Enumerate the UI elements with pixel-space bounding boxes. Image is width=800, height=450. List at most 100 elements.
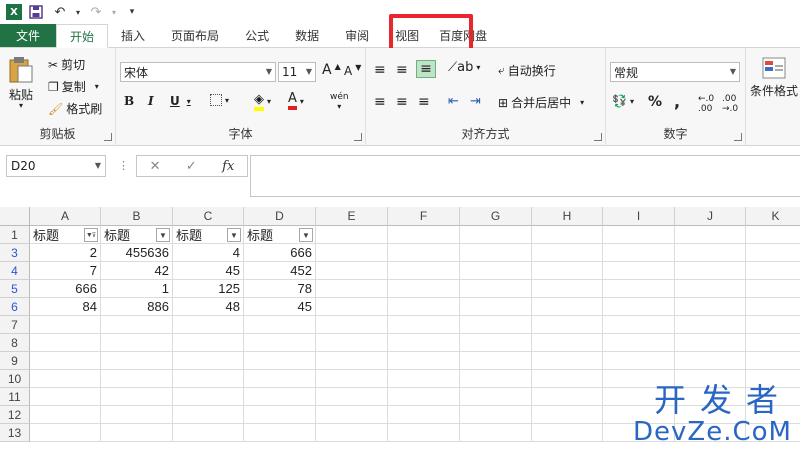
header-cell[interactable] — [388, 226, 460, 244]
align-top-button[interactable]: ≡ — [374, 62, 386, 78]
table-cell[interactable] — [532, 424, 603, 442]
header-cell[interactable] — [316, 226, 388, 244]
table-cell[interactable] — [388, 424, 460, 442]
align-middle-button[interactable]: ≡ — [396, 62, 408, 78]
select-all-corner[interactable] — [0, 207, 30, 226]
table-cell[interactable] — [746, 370, 800, 388]
column-header-d[interactable]: D — [244, 207, 316, 226]
table-cell[interactable] — [388, 298, 460, 316]
font-name-combo[interactable]: 宋体 ▼ — [120, 62, 276, 82]
table-cell[interactable] — [173, 370, 244, 388]
redo-dropdown-icon[interactable]: ▾ — [110, 3, 118, 21]
table-cell[interactable] — [460, 334, 532, 352]
percent-button[interactable]: % — [648, 94, 662, 110]
table-cell[interactable] — [316, 244, 388, 262]
table-cell[interactable] — [532, 388, 603, 406]
table-cell[interactable] — [532, 334, 603, 352]
table-cell[interactable] — [388, 370, 460, 388]
insert-function-icon[interactable]: fx — [222, 159, 234, 174]
fill-color-button[interactable]: ◈ ▾ — [254, 92, 271, 111]
tab-data[interactable]: 数据 — [282, 24, 332, 47]
table-cell[interactable] — [603, 388, 675, 406]
row-header-5[interactable]: 5 — [0, 280, 30, 298]
table-cell[interactable] — [30, 388, 101, 406]
header-cell[interactable]: 标题 ▼ ⊽ — [30, 226, 101, 244]
customize-toolbar-icon[interactable]: ▾ — [122, 3, 142, 21]
format-painter-button[interactable]: 🖌 格式刷 — [48, 100, 102, 117]
table-cell[interactable] — [746, 298, 800, 316]
row-header-10[interactable]: 10 — [0, 370, 30, 388]
table-cell[interactable] — [30, 406, 101, 424]
table-cell[interactable] — [244, 370, 316, 388]
table-cell[interactable] — [675, 424, 746, 442]
table-cell[interactable] — [675, 370, 746, 388]
header-cell[interactable]: 标题 ▼ — [101, 226, 173, 244]
table-cell[interactable] — [675, 388, 746, 406]
tab-page-layout[interactable]: 页面布局 — [158, 24, 232, 47]
copy-button[interactable]: ❐ 复制 ▾ — [48, 78, 99, 95]
table-cell[interactable] — [244, 334, 316, 352]
table-cell[interactable] — [173, 406, 244, 424]
number-format-combo[interactable]: 常规 ▼ — [610, 62, 740, 82]
font-color-button[interactable]: A ▾ — [288, 92, 304, 110]
table-cell[interactable] — [30, 370, 101, 388]
table-cell[interactable] — [675, 280, 746, 298]
table-cell[interactable] — [532, 280, 603, 298]
filter-active-icon[interactable]: ▼ ⊽ — [84, 228, 98, 242]
table-cell[interactable] — [101, 352, 173, 370]
table-cell[interactable] — [603, 370, 675, 388]
row-header-7[interactable]: 7 — [0, 316, 30, 334]
table-cell[interactable] — [532, 298, 603, 316]
table-cell[interactable] — [603, 262, 675, 280]
header-cell[interactable] — [532, 226, 603, 244]
header-cell[interactable]: 标题 ▼ — [244, 226, 316, 244]
align-right-button[interactable]: ≡ — [418, 94, 430, 110]
font-launcher-icon[interactable] — [354, 133, 362, 141]
table-cell[interactable] — [244, 316, 316, 334]
row-header-8[interactable]: 8 — [0, 334, 30, 352]
header-cell[interactable] — [460, 226, 532, 244]
table-cell[interactable] — [746, 424, 800, 442]
table-cell[interactable] — [532, 352, 603, 370]
table-cell[interactable] — [101, 388, 173, 406]
increase-decimal-button[interactable]: ←.0.00 — [698, 94, 714, 114]
tab-file[interactable]: 文件 — [0, 24, 57, 47]
formula-bar-grip-icon[interactable]: ⋮ — [118, 159, 129, 172]
filter-dropdown-icon[interactable]: ▼ — [227, 228, 241, 242]
column-header-f[interactable]: F — [388, 207, 460, 226]
table-cell[interactable] — [460, 298, 532, 316]
table-cell[interactable] — [460, 280, 532, 298]
header-cell[interactable] — [746, 226, 800, 244]
column-header-b[interactable]: B — [101, 207, 173, 226]
clipboard-launcher-icon[interactable] — [104, 133, 112, 141]
table-cell[interactable] — [388, 262, 460, 280]
header-cell[interactable] — [603, 226, 675, 244]
decrease-font-button[interactable]: A ▼ — [344, 63, 361, 79]
column-header-k[interactable]: K — [746, 207, 800, 226]
table-cell[interactable]: 45 — [244, 298, 316, 316]
column-header-j[interactable]: J — [675, 207, 746, 226]
table-cell[interactable] — [532, 244, 603, 262]
paste-button[interactable]: 粘贴 ▾ — [8, 56, 34, 110]
table-cell[interactable] — [101, 424, 173, 442]
row-header-13[interactable]: 13 — [0, 424, 30, 442]
table-cell[interactable] — [30, 334, 101, 352]
table-cell[interactable]: 125 — [173, 280, 244, 298]
alignment-launcher-icon[interactable] — [594, 133, 602, 141]
column-header-e[interactable]: E — [316, 207, 388, 226]
column-header-c[interactable]: C — [173, 207, 244, 226]
table-cell[interactable] — [603, 280, 675, 298]
table-cell[interactable] — [316, 388, 388, 406]
table-cell[interactable] — [173, 424, 244, 442]
table-cell[interactable] — [460, 316, 532, 334]
table-cell[interactable]: 452 — [244, 262, 316, 280]
table-cell[interactable] — [173, 352, 244, 370]
table-cell[interactable] — [101, 334, 173, 352]
tab-home[interactable]: 开始 — [56, 24, 109, 48]
table-cell[interactable] — [30, 316, 101, 334]
table-cell[interactable] — [316, 370, 388, 388]
table-cell[interactable] — [316, 406, 388, 424]
table-cell[interactable] — [746, 334, 800, 352]
table-cell[interactable] — [532, 262, 603, 280]
row-header-12[interactable]: 12 — [0, 406, 30, 424]
